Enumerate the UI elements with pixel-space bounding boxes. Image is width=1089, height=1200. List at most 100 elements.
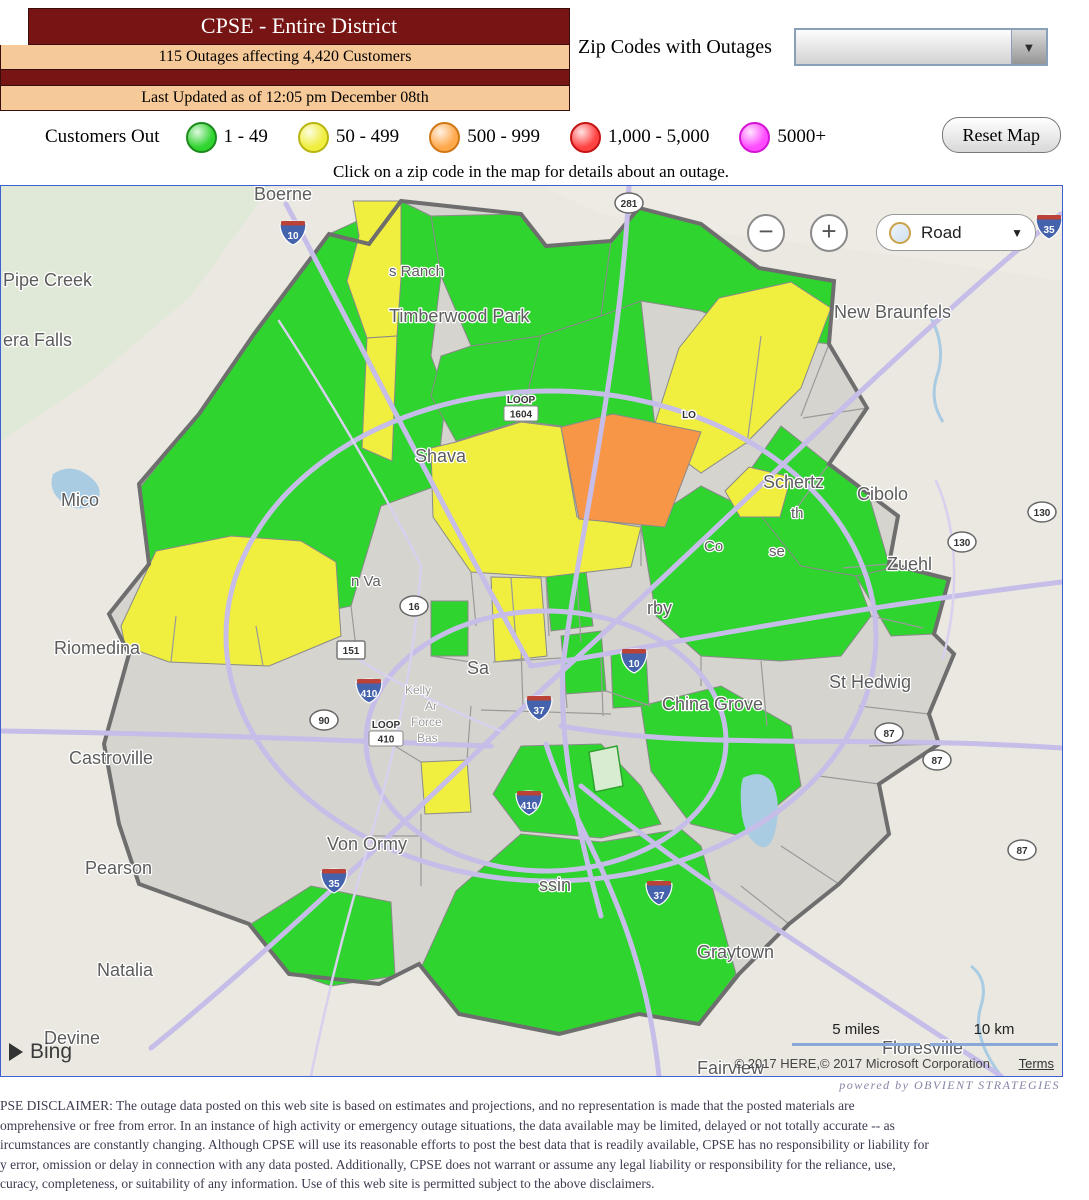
town-label: Mico [61,490,99,510]
divider-strip [0,70,570,86]
svg-text:87: 87 [883,729,895,740]
interstate-shield-icon: 10 [280,221,306,245]
town-label: Shava [415,446,467,466]
road-shield-icon: LOOP 410 [369,720,403,746]
town-label: Ar [425,699,437,713]
svg-text:130: 130 [954,538,971,549]
town-label: Bas [417,731,438,745]
legend-label: 5000+ [777,126,826,148]
map-attribution: © 2017 HERE,© 2017 Microsoft Corporation [735,1056,990,1071]
reset-map-button[interactable]: Reset Map [942,117,1061,153]
town-label: Co [704,538,723,555]
svg-text:LOOP: LOOP [372,720,401,731]
svg-text:37: 37 [533,706,545,717]
legend-title: Customers Out [45,126,160,148]
town-label: ssin [539,875,571,895]
dropdown-arrow-icon[interactable]: ▼ [1011,30,1046,64]
scale-km: 10 km [930,1021,1058,1046]
svg-text:35: 35 [1043,225,1055,236]
town-label: Sa [467,658,490,678]
svg-text:10: 10 [287,231,299,242]
bing-logo-text: Bing [30,1040,72,1064]
powered-by: powered by OBVIENT STRATEGIES [0,1078,1060,1093]
disclaimer-line: omprehensive or free from error. In an i… [0,1116,1089,1136]
svg-text:281: 281 [621,199,638,210]
town-label: n Va [351,573,381,590]
road-shield-icon: 151 [337,641,365,659]
town-label: Riomedina [54,638,141,658]
map-style-dropdown[interactable]: Road ▼ [876,214,1036,251]
town-label: Cibolo [857,484,908,504]
disclaimer-line: ircumstances are constantly changing. Al… [0,1135,1089,1155]
legend-label: 50 - 499 [336,126,399,148]
town-label: rby [647,598,672,618]
svg-text:151: 151 [343,646,360,657]
town-label: New Braunfels [834,302,951,322]
svg-text:410: 410 [361,689,378,700]
town-label: era Falls [3,330,72,350]
legend-item: 5000+ [739,122,826,153]
map-style-label: Road [921,223,1011,243]
town-label: Graytown [697,942,774,962]
road-shield-icon: 281 [615,193,643,213]
disclaimer-line: PSE DISCLAIMER: The outage data posted o… [0,1096,1089,1116]
map-scale: 5 miles 10 km [792,1021,1058,1046]
zoom-out-button[interactable]: − [747,214,785,252]
legend-label: 1,000 - 5,000 [608,126,709,148]
zip-selector-area: Zip Codes with Outages ▼ [578,28,1048,66]
road-shield-icon: 130 [1028,502,1056,522]
svg-text:90: 90 [318,716,330,727]
road-shield-icon: LO [682,410,696,421]
svg-text:410: 410 [378,735,395,746]
last-updated: Last Updated as of 12:05 pm December 08t… [0,86,570,111]
svg-text:16: 16 [408,602,420,613]
town-label: se [769,543,785,560]
town-label: s Ranch [389,263,444,280]
svg-text:410: 410 [521,801,538,812]
disclaimer: PSE DISCLAIMER: The outage data posted o… [0,1096,1089,1194]
legend-label: 1 - 49 [224,126,268,148]
road-shield-icon: 90 [310,710,338,730]
town-label: Timberwood Park [389,306,530,326]
legend-color-dot [570,122,601,153]
chevron-down-icon: ▼ [1011,226,1023,240]
svg-text:LO: LO [682,410,696,421]
disclaimer-line: y error, omission or delay in connection… [0,1155,1089,1175]
town-label: Force [411,715,442,729]
town-label: China Grove [662,694,763,714]
legend-item: 1 - 49 [186,122,268,153]
road-shield-icon: LOOP1604 [504,395,538,421]
map-svg: 281 10 35 LOOP1604 LO 130 130 16 151 410 10 37 90 LOO… [1,186,1062,1076]
svg-text:LOOP: LOOP [507,395,536,406]
zoom-in-button[interactable]: + [810,214,848,252]
outage-map[interactable]: 281 10 35 LOOP1604 LO 130 130 16 151 410 10 37 90 LOO… [0,185,1063,1077]
terms-link[interactable]: Terms [1019,1056,1054,1071]
town-label: St Hedwig [829,672,911,692]
town-label: Pipe Creek [3,270,93,290]
svg-text:10: 10 [628,659,640,670]
road-shield-icon: 16 [400,596,428,616]
legend-color-dot [298,122,329,153]
legend-color-dot [429,122,460,153]
legend: Customers Out 1 - 49 50 - 499 500 - 999 1,0… [0,112,1062,162]
legend-item: 500 - 999 [429,122,540,153]
outage-summary: 115 Outages affecting 4,420 Customers [0,45,570,70]
svg-text:87: 87 [1016,846,1028,857]
zip-selector-label: Zip Codes with Outages [578,36,772,59]
legend-color-dot [186,122,217,153]
map-style-icon [889,222,911,244]
road-shield-icon: 130 [948,532,976,552]
town-label: Castroville [69,748,153,768]
town-label: Natalia [97,960,154,980]
bing-logo[interactable]: Bing [9,1040,72,1064]
town-label: th [791,505,804,522]
svg-text:37: 37 [653,891,665,902]
svg-text:130: 130 [1034,508,1051,519]
road-shield-icon: 87 [875,723,903,743]
zip-codes-dropdown[interactable]: ▼ [794,28,1048,66]
zip-region[interactable] [589,746,623,792]
svg-text:35: 35 [328,879,340,890]
town-label: Von Ormy [327,834,407,854]
header: CPSE - Entire District 115 Outages affec… [0,8,570,111]
town-label: Schertz [763,472,824,492]
